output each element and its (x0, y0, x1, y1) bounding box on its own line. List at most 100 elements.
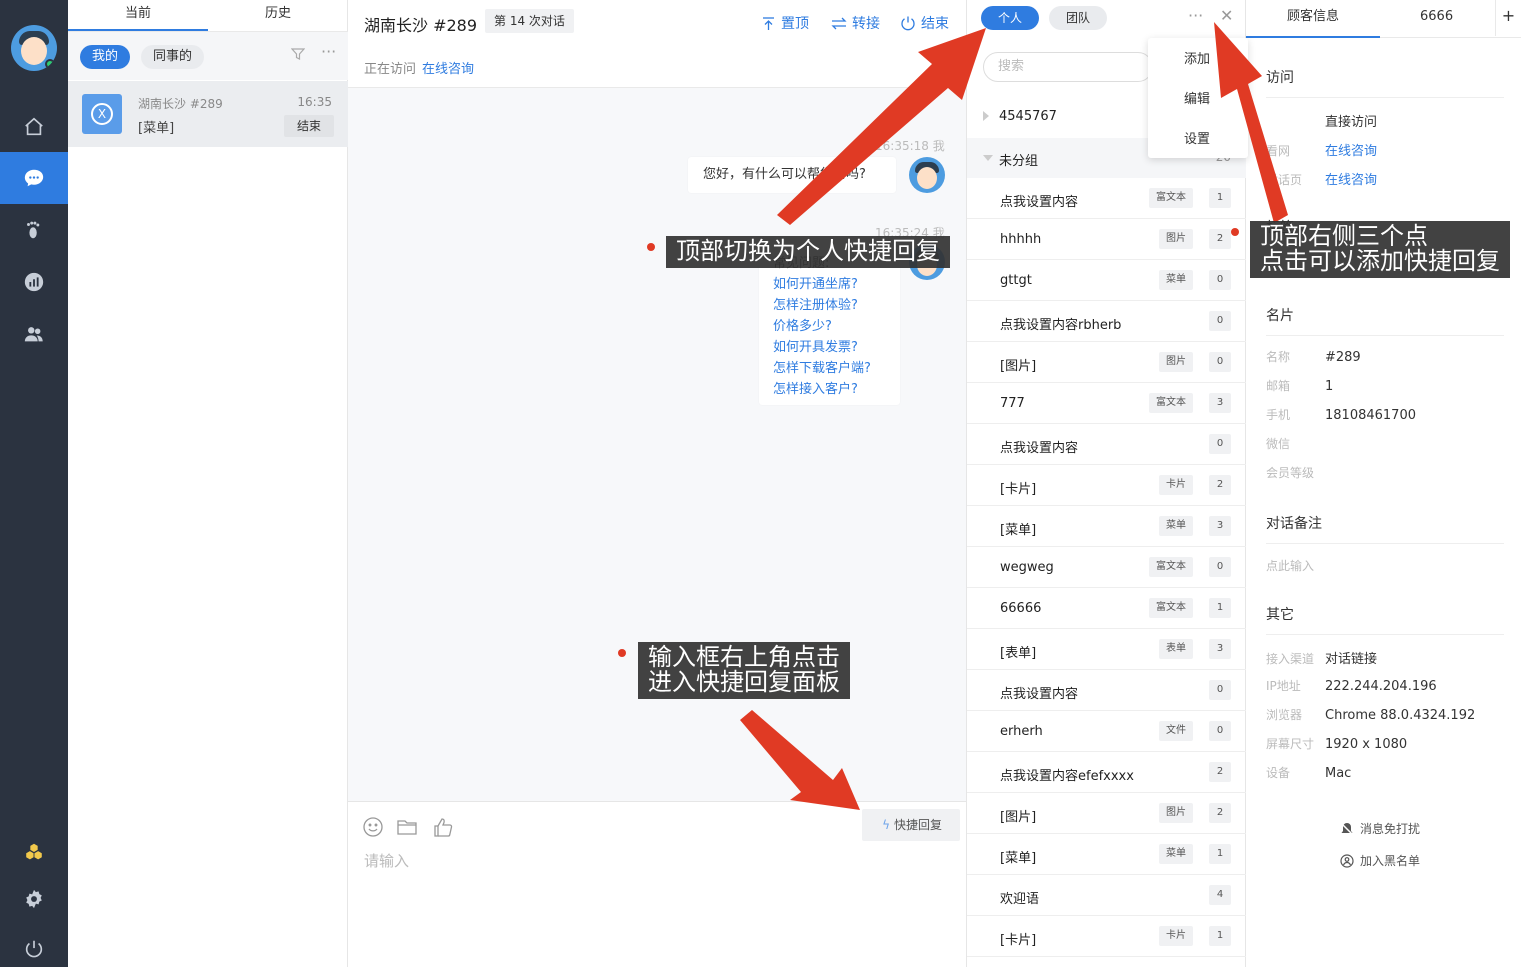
filter-colleague-button[interactable]: 同事的 (141, 45, 205, 69)
quick-reply-type-tag: 富文本 (1149, 393, 1193, 413)
message-input[interactable]: 请输入 (364, 850, 409, 871)
transfer-button[interactable]: 转接 (831, 13, 880, 33)
quick-reply-title: wegweg (1000, 560, 1054, 575)
quick-reply-row[interactable]: 点我设置内容 0 (967, 670, 1247, 711)
add-tab-icon[interactable]: + (1495, 0, 1521, 36)
quick-reply-row[interactable]: 点我设置内容rbherb 0 (967, 301, 1247, 342)
stats-icon[interactable] (0, 256, 68, 308)
quick-reply-row[interactable]: [图片] 图片 2 (967, 793, 1247, 834)
chat-header: 湖南长沙 #289 第 14 次对话 置顶 转接 结束 正在访问 在线咨询 (348, 0, 966, 88)
quick-reply-button[interactable]: ϟ 快捷回复 (862, 809, 960, 841)
quick-reply-type-tag: 富文本 (1149, 598, 1193, 618)
power-icon[interactable] (0, 923, 68, 967)
quick-reply-usage-count: 0 (1209, 721, 1231, 741)
close-icon[interactable]: ✕ (1220, 6, 1233, 25)
quick-reply-row[interactable]: [图片] 图片 0 (967, 342, 1247, 383)
end-button[interactable]: 结束 (900, 13, 949, 33)
quick-reply-row[interactable]: 777 富文本 3 (967, 383, 1247, 424)
quick-reply-row[interactable]: [卡片] 卡片 2 (967, 465, 1247, 506)
online-status-dot (45, 59, 55, 69)
quick-reply-search-input[interactable]: 搜索 (983, 52, 1153, 82)
quick-reply-row[interactable]: [菜单] 菜单 1 (967, 834, 1247, 875)
quick-reply-title: [卡片] (1000, 482, 1037, 497)
quick-reply-row[interactable]: [表单] 表单 3 (967, 629, 1247, 670)
faq-link[interactable]: 怎样注册体验? (773, 295, 886, 316)
quick-reply-row[interactable]: [菜单] 菜单 3 (967, 506, 1247, 547)
mute-button[interactable]: 消息免打扰 (1340, 820, 1420, 837)
quick-reply-usage-count: 2 (1209, 762, 1231, 782)
conversation-tabs: 当前 历史 (68, 0, 348, 32)
footprint-icon[interactable] (0, 204, 68, 256)
annotation-switch-personal: 顶部切换为个人快捷回复 (666, 236, 950, 268)
quick-reply-row[interactable]: 欢迎语 4 (967, 875, 1247, 916)
landing-page-link[interactable]: 在线咨询 (1325, 144, 1377, 159)
quick-reply-row[interactable]: gttgt 菜单 0 (967, 260, 1247, 301)
quick-reply-title: [菜单] (1000, 523, 1037, 538)
quick-reply-title: 777 (1000, 396, 1025, 411)
filter-icon[interactable] (290, 47, 306, 65)
settings-gear-icon[interactable] (0, 873, 68, 925)
faq-link[interactable]: 价格多少? (773, 316, 886, 337)
annotation-input-corner: 输入框右上角点击 进入快捷回复面板 (638, 642, 850, 699)
quick-reply-row[interactable]: erherh 文件 0 (967, 711, 1247, 752)
menu-item-edit[interactable]: 编辑 (1148, 78, 1248, 118)
quick-reply-row[interactable]: [卡片] 卡片 1 (967, 916, 1247, 957)
apps-icon[interactable] (0, 826, 68, 878)
quick-reply-row[interactable]: 点我设置内容efefxxxx 2 (967, 752, 1247, 793)
card-section-title: 名片 (1266, 305, 1504, 336)
quick-reply-usage-count: 0 (1209, 352, 1231, 372)
quick-reply-title: [图片] (1000, 810, 1037, 825)
home-icon[interactable] (0, 101, 68, 153)
agent-avatar[interactable] (11, 25, 57, 71)
faq-link[interactable]: 如何开具发票? (773, 337, 886, 358)
quick-reply-usage-count: 3 (1209, 639, 1231, 659)
conversation-list-panel: 当前 历史 我的 同事的 ··· X 湖南长沙 #289 16:35 [菜单] … (68, 0, 348, 967)
other-row: IP地址 222.244.204.196 (1266, 679, 1437, 694)
other-row: 屏幕尺寸 1920 x 1080 (1266, 737, 1408, 752)
tab-current[interactable]: 当前 (68, 0, 208, 31)
more-options-icon[interactable]: ··· (1188, 6, 1203, 25)
blacklist-button[interactable]: 加入黑名单 (1340, 852, 1420, 869)
faq-link[interactable]: 怎样下载客户端? (773, 358, 886, 379)
tab-team[interactable]: 团队 (1049, 6, 1107, 30)
pin-button[interactable]: 置顶 (761, 13, 809, 33)
chat-panel: 湖南长沙 #289 第 14 次对话 置顶 转接 结束 正在访问 在线咨询 16:… (348, 0, 966, 967)
quick-reply-usage-count: 2 (1209, 229, 1231, 249)
quick-reply-type-tag: 表单 (1159, 639, 1193, 659)
faq-link[interactable]: 如何开通坐席? (773, 274, 886, 295)
menu-item-settings[interactable]: 设置 (1148, 118, 1248, 158)
more-options-icon[interactable]: ··· (321, 42, 336, 61)
quick-reply-row[interactable]: 66666 富文本 1 (967, 588, 1247, 629)
other-row: 浏览器 Chrome 88.0.4324.192 (1266, 708, 1476, 723)
power-icon (901, 16, 915, 31)
quick-reply-type-tag: 图片 (1159, 352, 1193, 372)
end-conversation-button[interactable]: 结束 (284, 115, 334, 137)
channel-logo-icon: X (82, 94, 122, 134)
tab-customer-info[interactable]: 顾客信息 (1246, 0, 1380, 38)
tab-personal[interactable]: 个人 (981, 6, 1039, 30)
quick-reply-usage-count: 0 (1209, 270, 1231, 290)
quick-reply-title: 点我设置内容 (1000, 687, 1079, 702)
quick-reply-row[interactable]: wegweg 富文本 0 (967, 547, 1247, 588)
chat-icon[interactable] (0, 152, 68, 204)
emoji-icon[interactable] (362, 816, 384, 838)
quick-reply-row[interactable]: hhhhh 图片 2 (967, 219, 1247, 260)
quick-reply-title: hhhhh (1000, 232, 1042, 247)
menu-item-add[interactable]: 添加 (1148, 38, 1248, 78)
faq-link[interactable]: 怎样接入客户? (773, 379, 886, 400)
tab-6666[interactable]: 6666 (1420, 9, 1453, 24)
folder-icon[interactable] (396, 816, 418, 838)
annotation-three-dots: 顶部右侧三个点 点击可以添加快捷回复 (1250, 221, 1510, 278)
quick-reply-row[interactable]: 点我设置内容 富文本 1 (967, 178, 1247, 219)
tab-history[interactable]: 历史 (208, 0, 348, 31)
conversation-item[interactable]: X 湖南长沙 #289 16:35 [菜单] 结束 (68, 81, 348, 147)
visiting-page-link[interactable]: 在线咨询 (422, 62, 474, 77)
chat-page-link[interactable]: 在线咨询 (1325, 173, 1377, 188)
filter-mine-button[interactable]: 我的 (80, 45, 131, 69)
quick-reply-row[interactable]: 点我设置内容 0 (967, 424, 1247, 465)
thumbs-up-icon[interactable] (432, 816, 454, 838)
note-input[interactable]: 点此输入 (1266, 557, 1314, 574)
quick-reply-title: 点我设置内容efefxxxx (1000, 769, 1134, 784)
quick-reply-usage-count: 2 (1209, 803, 1231, 823)
contacts-icon[interactable] (0, 308, 68, 360)
